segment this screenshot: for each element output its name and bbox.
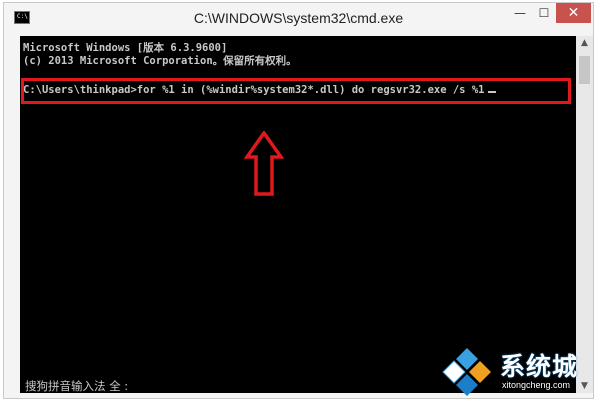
xitongcheng-logo-icon [442,348,491,396]
ime-status-bar: 搜狗拼音输入法 全 : [25,379,129,393]
console-line: (c) 2013 Microsoft Corporation。保留所有权利。 [23,55,297,67]
up-arrow-annotation [243,129,285,201]
cmd-window: C:\ C:\WINDOWS\system32\cmd.exe — ☐ ✕ Mi… [3,2,594,399]
scroll-thumb[interactable] [579,56,590,84]
close-icon[interactable]: ✕ [556,3,591,23]
watermark: 系统城 xitongcheng.com [440,345,597,401]
scroll-up-icon[interactable]: ▲ [576,38,593,48]
maximize-icon[interactable]: ☐ [532,3,556,23]
minimize-icon[interactable]: — [508,3,532,23]
console-line: Microsoft Windows [版本 6.3.9600] [23,42,228,54]
vertical-scrollbar[interactable]: ▲ ▼ [576,36,593,393]
watermark-url: xitongcheng.com [502,380,571,390]
watermark-brand: 系统城 [500,352,579,381]
window-title: C:\WINDOWS\system32\cmd.exe [193,10,404,26]
console-output[interactable]: Microsoft Windows [版本 6.3.9600] (c) 2013… [20,36,576,393]
title-bar[interactable]: C:\ C:\WINDOWS\system32\cmd.exe — ☐ ✕ [4,3,593,33]
highlight-box [21,78,571,104]
